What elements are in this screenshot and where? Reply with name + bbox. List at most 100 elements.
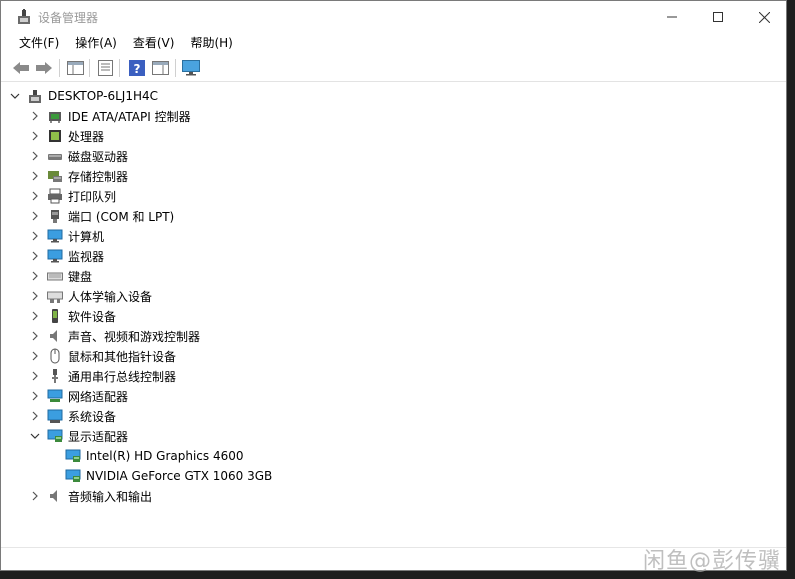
usb-icon bbox=[47, 368, 63, 384]
chevron-right-icon[interactable] bbox=[29, 270, 41, 282]
tree-category-hid[interactable]: 人体学输入设备 bbox=[29, 286, 152, 306]
tree-category-system-device[interactable]: 系统设备 bbox=[29, 406, 116, 426]
display-adapter-icon bbox=[65, 448, 81, 464]
tree-device[interactable]: NVIDIA GeForce GTX 1060 3GB bbox=[65, 466, 272, 486]
tree-category-mouse[interactable]: 鼠标和其他指针设备 bbox=[29, 346, 176, 366]
toolbar: ? bbox=[1, 55, 786, 82]
tree-category-port[interactable]: 端口 (COM 和 LPT) bbox=[29, 206, 174, 226]
menu-view[interactable]: 查看(V) bbox=[125, 33, 183, 53]
menu-help[interactable]: 帮助(H) bbox=[182, 33, 240, 53]
computer-icon bbox=[47, 228, 63, 244]
network-adapter-icon bbox=[47, 388, 63, 404]
menu-file[interactable]: 文件(F) bbox=[11, 33, 67, 53]
chevron-right-icon[interactable] bbox=[29, 210, 41, 222]
chevron-right-icon[interactable] bbox=[29, 110, 41, 122]
forward-arrow-icon bbox=[36, 62, 52, 74]
chevron-right-icon[interactable] bbox=[29, 330, 41, 342]
tree-category-label: 音频输入和输出 bbox=[68, 489, 153, 504]
toolbar-separator bbox=[119, 59, 120, 77]
tree-device-label: Intel(R) HD Graphics 4600 bbox=[86, 449, 244, 463]
chevron-right-icon[interactable] bbox=[29, 190, 41, 202]
action-pane-icon bbox=[151, 61, 169, 75]
device-manager-window: 设备管理器 文件(F) 操作(A) 查看(V) 帮助(H) ? DESKTOP-… bbox=[0, 0, 787, 571]
help-button[interactable]: ? bbox=[127, 58, 147, 78]
chevron-down-icon[interactable] bbox=[29, 430, 41, 442]
maximize-icon bbox=[713, 12, 723, 22]
tree-category-printer[interactable]: 打印队列 bbox=[29, 186, 116, 206]
tree-category-storage-controller[interactable]: 存储控制器 bbox=[29, 166, 128, 186]
tree-category-display-adapter[interactable]: 显示适配器 bbox=[29, 426, 128, 446]
close-icon bbox=[758, 11, 770, 23]
maximize-button[interactable] bbox=[695, 1, 741, 33]
keyboard-icon bbox=[47, 268, 63, 284]
display-adapter-icon bbox=[47, 428, 63, 444]
tree-root[interactable]: DESKTOP-6LJ1H4C bbox=[9, 86, 158, 106]
tree-device-label: NVIDIA GeForce GTX 1060 3GB bbox=[86, 469, 273, 483]
tree-category-label: 计算机 bbox=[68, 229, 105, 244]
software-device-icon bbox=[47, 308, 63, 324]
tree-category-ide-controller[interactable]: IDE ATA/ATAPI 控制器 bbox=[29, 106, 191, 126]
toolbar-separator bbox=[89, 59, 90, 77]
tree-category-label: 人体学输入设备 bbox=[68, 289, 153, 304]
chevron-right-icon[interactable] bbox=[29, 390, 41, 402]
tree-category-label: IDE ATA/ATAPI 控制器 bbox=[68, 109, 191, 124]
tree-category-audio-io[interactable]: 音频输入和输出 bbox=[29, 486, 152, 506]
tree-category-label: 端口 (COM 和 LPT) bbox=[68, 209, 175, 224]
menu-action[interactable]: 操作(A) bbox=[67, 33, 125, 53]
tree-category-label: 鼠标和其他指针设备 bbox=[68, 349, 177, 364]
tree-category-label: 监视器 bbox=[68, 249, 105, 264]
tree-category-label: 处理器 bbox=[68, 129, 105, 144]
chevron-right-icon[interactable] bbox=[29, 410, 41, 422]
tree-category-processor[interactable]: 处理器 bbox=[29, 126, 104, 146]
chevron-right-icon[interactable] bbox=[29, 350, 41, 362]
title-bar[interactable]: 设备管理器 bbox=[1, 1, 786, 33]
show-hide-tree-button[interactable] bbox=[65, 58, 85, 78]
chevron-right-icon[interactable] bbox=[29, 490, 41, 502]
tree-device[interactable]: Intel(R) HD Graphics 4600 bbox=[65, 446, 244, 466]
device-manager-icon bbox=[15, 8, 33, 26]
chevron-right-icon[interactable] bbox=[29, 150, 41, 162]
tree-category-label: 软件设备 bbox=[68, 309, 117, 324]
tree-category-keyboard[interactable]: 键盘 bbox=[29, 266, 92, 286]
minimize-button[interactable] bbox=[649, 1, 695, 33]
tree-category-label: 系统设备 bbox=[68, 409, 117, 424]
close-button[interactable] bbox=[741, 1, 787, 33]
tree-category-monitor[interactable]: 监视器 bbox=[29, 246, 104, 266]
toolbar-separator bbox=[175, 59, 176, 77]
tree-category-label: 键盘 bbox=[68, 269, 93, 284]
tree-category-software-device[interactable]: 软件设备 bbox=[29, 306, 116, 326]
action-pane-button[interactable] bbox=[150, 58, 170, 78]
tree-category-label: 磁盘驱动器 bbox=[68, 149, 129, 164]
back-button[interactable] bbox=[11, 58, 31, 78]
scan-hardware-button[interactable] bbox=[181, 58, 201, 78]
tree-category-network-adapter[interactable]: 网络适配器 bbox=[29, 386, 128, 406]
menu-bar: 文件(F) 操作(A) 查看(V) 帮助(H) bbox=[1, 33, 786, 53]
chevron-right-icon[interactable] bbox=[29, 230, 41, 242]
tree-category-label: 声音、视频和游戏控制器 bbox=[68, 329, 201, 344]
computer-tower-icon bbox=[27, 88, 43, 104]
chevron-right-icon[interactable] bbox=[29, 170, 41, 182]
monitor-icon bbox=[47, 248, 63, 264]
chevron-right-icon[interactable] bbox=[29, 370, 41, 382]
tree-category-disk-drive[interactable]: 磁盘驱动器 bbox=[29, 146, 128, 166]
chevron-right-icon[interactable] bbox=[29, 250, 41, 262]
audio-io-icon bbox=[47, 488, 63, 504]
hid-icon bbox=[47, 288, 63, 304]
window-title: 设备管理器 bbox=[38, 11, 99, 25]
monitor-icon bbox=[182, 60, 200, 76]
properties-button[interactable] bbox=[95, 58, 115, 78]
tree-category-usb[interactable]: 通用串行总线控制器 bbox=[29, 366, 176, 386]
tree-category-computer[interactable]: 计算机 bbox=[29, 226, 104, 246]
toolbar-separator bbox=[59, 59, 60, 77]
display-adapter-icon bbox=[65, 468, 81, 484]
tree-category-speaker[interactable]: 声音、视频和游戏控制器 bbox=[29, 326, 200, 346]
chevron-right-icon[interactable] bbox=[29, 130, 41, 142]
forward-button[interactable] bbox=[34, 58, 54, 78]
processor-icon bbox=[47, 128, 63, 144]
chevron-down-icon[interactable] bbox=[9, 90, 21, 102]
watermark: 闲鱼@彭传骥 bbox=[642, 549, 781, 574]
chevron-right-icon[interactable] bbox=[29, 290, 41, 302]
back-arrow-icon bbox=[13, 62, 29, 74]
chevron-right-icon[interactable] bbox=[29, 310, 41, 322]
svg-text:?: ? bbox=[134, 62, 141, 76]
